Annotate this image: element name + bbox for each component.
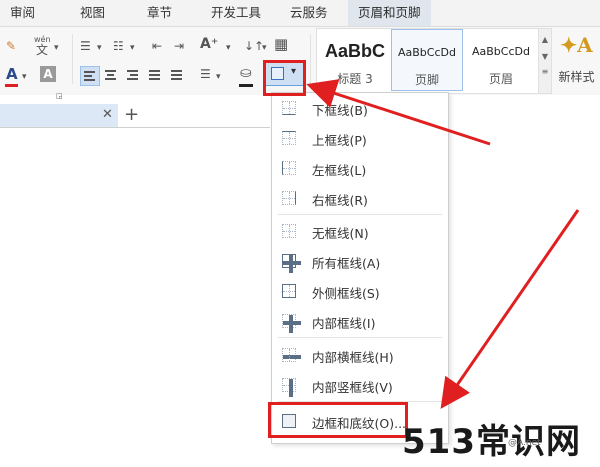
watermark-sub: @A.net (508, 438, 541, 448)
annotation-arrows (306, 79, 580, 409)
annotation-arrow-to-border-button (306, 79, 491, 146)
watermark-logo: 513常识网 (402, 422, 581, 462)
annotation-arrow-to-borders-shading (440, 209, 580, 409)
